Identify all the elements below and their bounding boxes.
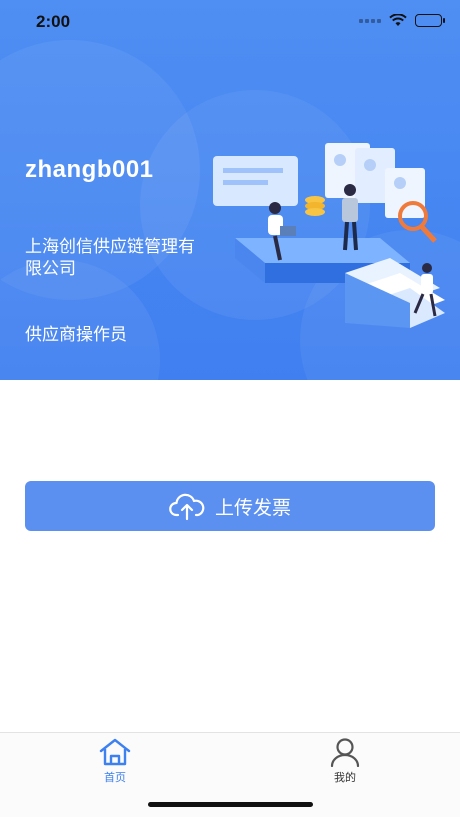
battery-icon — [415, 14, 445, 27]
wifi-icon — [389, 14, 407, 26]
company-name: 上海创信供应链管理有限公司 — [25, 237, 195, 278]
signal-icon — [359, 18, 381, 23]
cloud-upload-icon — [169, 493, 205, 521]
tab-home[interactable]: 首页 — [80, 737, 150, 785]
upload-invoice-label: 上传发票 — [214, 497, 291, 519]
tab-mine[interactable]: 我的 — [310, 737, 380, 785]
tab-home-label: 首页 — [104, 772, 126, 784]
status-icons — [359, 14, 445, 27]
profile-header: 2:00 zhangb001 上海创信供应链管理有限公司 供应商操作员 — [0, 0, 460, 380]
header-illustration — [213, 143, 445, 328]
user-name: zhangb001 — [25, 156, 154, 183]
person-icon — [330, 738, 360, 767]
upload-invoice-button[interactable]: 上传发票 — [25, 481, 435, 531]
status-time: 2:00 — [36, 12, 71, 31]
tab-mine-label: 我的 — [334, 772, 356, 784]
status-bar: 2:00 — [0, 0, 460, 44]
home-icon — [99, 738, 131, 766]
user-role: 供应商操作员 — [25, 325, 127, 344]
home-indicator — [148, 802, 313, 807]
